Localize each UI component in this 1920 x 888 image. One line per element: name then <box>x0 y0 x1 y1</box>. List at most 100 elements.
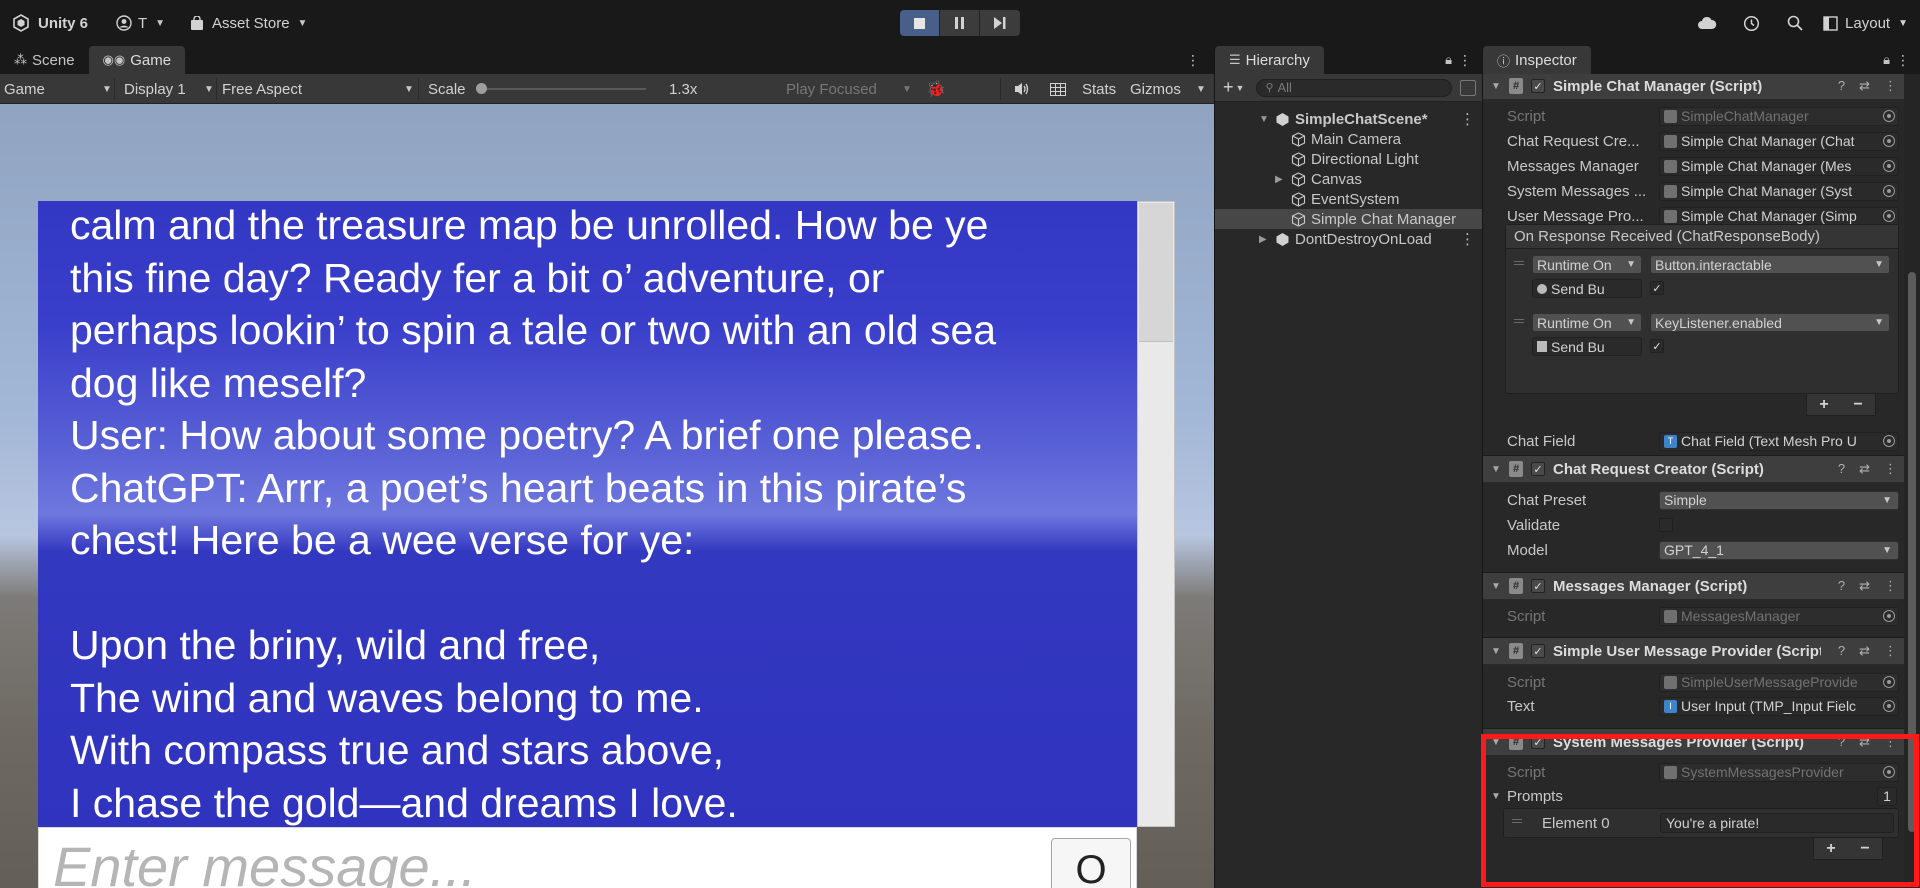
hierarchy-item-main-camera[interactable]: Main Camera <box>1215 129 1483 149</box>
runtime-mode-dropdown[interactable]: Runtime On ▼ <box>1532 255 1642 274</box>
panel-menu-icon[interactable]: ⋮ <box>1458 52 1472 69</box>
script-field[interactable]: MessagesManager <box>1659 606 1899 626</box>
chat-scrollbar-thumb[interactable] <box>1139 203 1173 342</box>
component-menu-icon[interactable]: ⋮ <box>1884 461 1897 477</box>
inspector-scrollbar-thumb[interactable] <box>1908 272 1916 832</box>
drag-handle-icon[interactable] <box>1512 819 1522 823</box>
component-menu-icon[interactable]: ⋮ <box>1884 643 1897 659</box>
lock-icon[interactable]: 🔒︎ <box>1445 52 1452 68</box>
display-dropdown[interactable]: Display 1 ▼ <box>124 74 216 104</box>
component-menu-icon[interactable]: ⋮ <box>1884 578 1897 594</box>
fold-open-icon[interactable]: ▼ <box>1491 581 1501 592</box>
layout-grid-button[interactable] <box>1050 74 1066 104</box>
step-button[interactable] <box>980 10 1020 36</box>
runtime-mode-dropdown[interactable]: Runtime On ▼ <box>1532 313 1642 332</box>
fold-closed-icon[interactable]: ▶ <box>1275 174 1283 185</box>
search-button[interactable] <box>1783 11 1807 35</box>
object-picker-icon[interactable] <box>1883 185 1895 197</box>
prompts-size-field[interactable]: 1 <box>1877 786 1897 806</box>
presets-icon[interactable]: ⇄ <box>1859 461 1870 477</box>
object-picker-icon[interactable] <box>1883 700 1895 712</box>
component-menu-icon[interactable]: ⋮ <box>1884 78 1897 94</box>
aspect-dropdown[interactable]: Free Aspect ▼ <box>222 74 416 104</box>
play-focused-dropdown[interactable]: Play Focused ▼ <box>786 74 916 104</box>
search-filter-icon[interactable] <box>1460 79 1477 96</box>
script-field[interactable]: SimpleChatManager <box>1659 106 1899 126</box>
add-listener-button[interactable]: + <box>1819 396 1828 414</box>
text-input-field[interactable]: I User Input (TMP_Input Fielc <box>1659 696 1899 716</box>
script-field[interactable]: SimpleUserMessageProvide <box>1659 672 1899 692</box>
chat-scrollbar[interactable] <box>1137 201 1175 827</box>
item-menu-icon[interactable]: ⋮ <box>1460 230 1475 248</box>
presets-icon[interactable]: ⇄ <box>1859 643 1870 659</box>
fold-closed-icon[interactable]: ▶ <box>1259 234 1267 245</box>
object-picker-icon[interactable] <box>1883 135 1895 147</box>
help-icon[interactable]: ? <box>1838 461 1845 477</box>
chat-request-creator-field[interactable]: Simple Chat Manager (Chat <box>1659 131 1899 151</box>
component-enabled-checkbox[interactable]: ✓ <box>1531 735 1545 749</box>
pause-button[interactable] <box>940 10 980 36</box>
messages-manager-field[interactable]: Simple Chat Manager (Mes <box>1659 156 1899 176</box>
validate-checkbox[interactable] <box>1659 518 1673 532</box>
chat-scroll-view[interactable]: calm and the treasure map be unrolled. H… <box>38 201 1137 827</box>
target-object-field[interactable]: Send Bu <box>1532 337 1642 356</box>
help-icon[interactable]: ? <box>1838 578 1845 594</box>
help-icon[interactable]: ? <box>1838 78 1845 94</box>
add-icon[interactable]: + <box>1223 77 1234 98</box>
object-picker-icon[interactable] <box>1883 676 1895 688</box>
hierarchy-item-canvas[interactable]: ▶ Canvas <box>1215 169 1483 189</box>
drag-handle-icon[interactable] <box>1514 319 1524 323</box>
mute-audio-button[interactable] <box>1014 74 1030 104</box>
component-header-simple-user-message-provider[interactable]: ▼ # ✓ Simple User Message Provider (Scri… <box>1483 637 1905 665</box>
user-message-provider-field[interactable]: Simple Chat Manager (Simp <box>1659 206 1899 226</box>
history-button[interactable] <box>1739 11 1763 35</box>
panel-menu-icon[interactable]: ⋮ <box>1896 52 1910 69</box>
remove-prompt-button[interactable]: − <box>1860 840 1869 858</box>
hierarchy-item-dontdestroyonload[interactable]: ▶ DontDestroyOnLoad ⋮ <box>1215 229 1483 249</box>
gizmos-dropdown[interactable]: Gizmos ▼ <box>1130 74 1210 104</box>
component-header-system-messages-provider[interactable]: ▼ # ✓ System Messages Provider (Script) … <box>1483 728 1905 756</box>
unity-menu-button[interactable]: Unity 6 <box>12 12 88 34</box>
component-enabled-checkbox[interactable]: ✓ <box>1531 79 1545 93</box>
script-field[interactable]: SystemMessagesProvider <box>1659 762 1899 782</box>
tab-inspector[interactable]: ⓘ Inspector <box>1483 46 1591 74</box>
component-header-messages-manager[interactable]: ▼ # ✓ Messages Manager (Script) ? ⇄ ⋮ <box>1483 572 1905 600</box>
presets-icon[interactable]: ⇄ <box>1859 78 1870 94</box>
enabled-checkbox[interactable]: ✓ <box>1650 339 1664 353</box>
prop-prompts[interactable]: ▼ Prompts 1 <box>1483 786 1905 806</box>
account-button[interactable]: T ▼ <box>116 12 165 34</box>
component-enabled-checkbox[interactable]: ✓ <box>1531 579 1545 593</box>
help-icon[interactable]: ? <box>1838 734 1845 750</box>
game-view[interactable]: calm and the treasure map be unrolled. H… <box>0 104 1214 888</box>
chat-field-field[interactable]: T Chat Field (Text Mesh Pro U <box>1659 431 1899 451</box>
hierarchy-item-scene[interactable]: ▼ SimpleChatScene* ⋮ <box>1215 109 1483 129</box>
item-menu-icon[interactable]: ⋮ <box>1460 110 1475 128</box>
stop-button[interactable] <box>900 10 940 36</box>
panel-menu-icon[interactable]: ⋮ <box>1186 52 1200 69</box>
layout-dropdown[interactable]: Layout ▼ <box>1823 15 1908 32</box>
component-enabled-checkbox[interactable]: ✓ <box>1531 462 1545 476</box>
presets-icon[interactable]: ⇄ <box>1859 578 1870 594</box>
fold-open-icon[interactable]: ▼ <box>1491 791 1501 802</box>
component-menu-icon[interactable]: ⋮ <box>1884 734 1897 750</box>
component-header-simple-chat-manager[interactable]: ▼ # ✓ Simple Chat Manager (Script) ? ⇄ ⋮ <box>1483 74 1905 100</box>
send-button[interactable]: O <box>1051 838 1131 888</box>
view-mode-dropdown[interactable]: Game ▼ <box>4 74 112 104</box>
cloud-button[interactable] <box>1695 11 1719 35</box>
component-header-chat-request-creator[interactable]: ▼ # ✓ Chat Request Creator (Script) ? ⇄ ⋮ <box>1483 455 1905 483</box>
object-picker-icon[interactable] <box>1883 766 1895 778</box>
scale-slider-thumb[interactable] <box>476 83 487 94</box>
hierarchy-search-input[interactable]: ⚲ All <box>1256 78 1453 97</box>
remove-listener-button[interactable]: − <box>1853 396 1862 414</box>
function-dropdown[interactable]: KeyListener.enabled ▼ <box>1650 313 1890 332</box>
stats-button[interactable]: Stats <box>1082 74 1116 104</box>
debug-button[interactable]: 🐞 <box>926 74 946 104</box>
hierarchy-item-directional-light[interactable]: Directional Light <box>1215 149 1483 169</box>
object-picker-icon[interactable] <box>1883 435 1895 447</box>
help-icon[interactable]: ? <box>1838 643 1845 659</box>
fold-open-icon[interactable]: ▼ <box>1491 464 1501 475</box>
tab-scene[interactable]: ⁂ Scene <box>0 46 89 74</box>
system-messages-field[interactable]: Simple Chat Manager (Syst <box>1659 181 1899 201</box>
chat-message-input[interactable]: Enter message... O <box>38 827 1137 888</box>
object-picker-icon[interactable] <box>1883 610 1895 622</box>
